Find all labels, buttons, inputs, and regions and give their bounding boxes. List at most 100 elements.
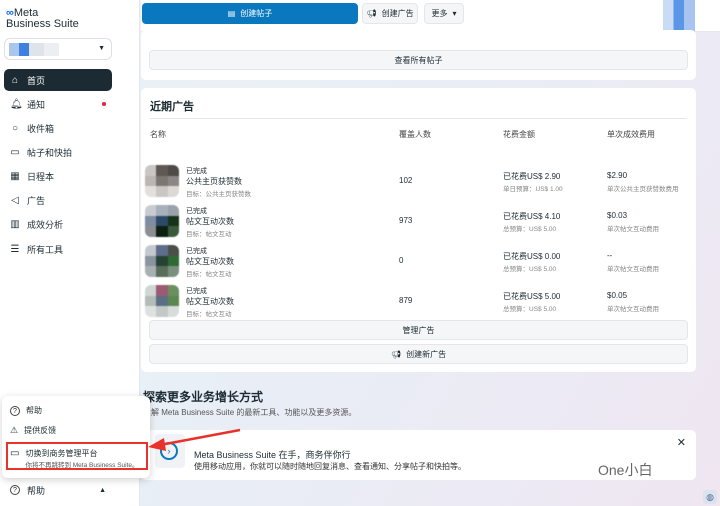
- ad-spent: 已花费US$ 2.90: [503, 172, 561, 181]
- megaphone-icon: ◁: [11, 194, 19, 206]
- ad-spent: 已花费US$ 0.00: [503, 252, 561, 261]
- meta-logo[interactable]: ∞Meta Business Suite: [6, 8, 79, 30]
- create-post-button[interactable]: ▤ 创建帖子: [142, 3, 358, 24]
- ad-row[interactable]: 已完成 帖文互动次数 目标：帖文互动 973 已花费US$ 4.10 总预算：US$ 5.…: [145, 201, 692, 239]
- ad-cost: $0.05: [607, 291, 628, 300]
- ad-thumbnail: [145, 165, 179, 197]
- notification-dot: [102, 102, 106, 106]
- sidebar-item-planner[interactable]: ▦ 日程本: [4, 165, 112, 187]
- ad-thumbnail: [145, 205, 179, 237]
- ad-thumbnail: [145, 245, 179, 277]
- explore-title: 探索更多业务增长方式: [143, 390, 264, 404]
- recent-ads-title: 近期广告: [150, 101, 194, 113]
- column-header-cost: 单次成效费用: [607, 130, 655, 139]
- caret-down-icon: ▼: [98, 45, 105, 52]
- ad-status: 已完成: [186, 168, 207, 175]
- ad-row[interactable]: 已完成公共主页获赞数目标：公共主页获赞数 102 已花费US$ 2.90 单日预算：U…: [145, 161, 692, 199]
- ad-cost: $0.03: [607, 211, 628, 220]
- ad-budget: 总预算：US$ 5.00: [503, 306, 557, 313]
- recent-ads-card: 近期广告 名称 覆盖人数 花费金额 单次成效费用 已完成 公共主页获赞数 目标：公共…: [141, 88, 696, 372]
- help-menu-popup: ? 帮助 ⚠︎ 提供反馈 ▭ 切换到商务管理平台 你将不再跳转到 Meta Busine…: [2, 396, 150, 478]
- manage-ads-button[interactable]: 管理广告: [149, 320, 688, 340]
- ad-reach: 0: [399, 256, 404, 265]
- sidebar-item-ads[interactable]: ◁ 广告: [4, 189, 112, 211]
- more-dropdown[interactable]: 更多 ▾: [424, 3, 464, 24]
- column-header-spent: 花费金额: [503, 130, 535, 139]
- sidebar-item-label: 所有工具: [27, 244, 64, 255]
- view-all-posts-label: 查看所有帖子: [394, 55, 443, 65]
- column-header-reach: 覆盖人数: [399, 130, 431, 139]
- home-icon: ⌂: [11, 74, 19, 86]
- caret-down-icon: ▾: [452, 9, 457, 18]
- ad-name: 帖文互动次数: [186, 297, 234, 306]
- create-new-ad-button[interactable]: 📢︎ 创建新广告: [149, 344, 688, 364]
- sidebar-item-label: 首页: [27, 75, 46, 86]
- sidebar-item-home[interactable]: ⌂ 首页: [4, 69, 112, 91]
- column-header-name: 名称: [150, 130, 166, 139]
- menu-item-help[interactable]: ? 帮助: [10, 405, 42, 416]
- ad-thumbnail: [145, 285, 179, 317]
- ad-spent: 已花费US$ 4.10: [503, 212, 561, 221]
- ad-name: 帖文互动次数: [186, 257, 234, 266]
- ad-budget: 总预算：US$ 5.00: [503, 266, 557, 273]
- create-ad-button[interactable]: 📢︎ 创建广告: [362, 3, 418, 24]
- sidebar-item-label: 通知: [27, 99, 46, 110]
- feedback-icon: ⚠︎: [10, 425, 19, 435]
- top-bar: ▤ 创建帖子 📢︎ 创建广告 更多 ▾: [141, 0, 720, 32]
- highlight-box: [6, 442, 148, 470]
- close-icon[interactable]: ✕: [677, 436, 686, 449]
- bell-icon: 🔔︎: [10, 98, 23, 110]
- ad-spent: 已花费US$ 5.00: [503, 292, 561, 301]
- megaphone-icon: 📢︎: [390, 349, 402, 359]
- ad-goal: 目标：帖文互动: [186, 311, 232, 318]
- profile-avatar[interactable]: [663, 0, 695, 32]
- sidebar-item-label: 广告: [27, 195, 46, 206]
- posts-icon: ▭: [10, 146, 20, 158]
- ad-row[interactable]: 已完成 帖文互动次数 目标：帖文互动 0 已花费US$ 0.00 总预算：US$ 5.00…: [145, 241, 692, 279]
- sidebar-item-label: 收件箱: [27, 123, 55, 134]
- manage-ads-label: 管理广告: [402, 325, 435, 335]
- ad-cost: --: [607, 251, 613, 260]
- menu-icon: ☰: [10, 243, 20, 255]
- ad-cost-label: 单次公共主页获赞数费用: [607, 186, 679, 193]
- calendar-icon: ▦: [10, 170, 20, 182]
- ad-cost-label: 单次帖文互动费用: [607, 266, 659, 273]
- menu-item-feedback[interactable]: ⚠︎ 提供反馈: [10, 425, 56, 436]
- brand-line2: Business Suite: [6, 18, 79, 30]
- sidebar-item-all-tools[interactable]: ☰ 所有工具: [4, 238, 112, 260]
- ad-reach: 102: [399, 176, 413, 185]
- ad-budget: 总预算：US$ 5.00: [503, 226, 557, 233]
- ad-status: 已完成: [186, 248, 207, 255]
- create-new-ad-label: 创建新广告: [406, 349, 447, 359]
- sidebar-item-label: 帖子和快拍: [27, 147, 73, 158]
- sidebar-item-inbox[interactable]: ○ 收件箱: [4, 117, 112, 139]
- sidebar-item-label: 成效分析: [27, 219, 64, 230]
- ad-reach: 973: [399, 216, 413, 225]
- ad-cost-label: 单次帖文互动费用: [607, 226, 659, 233]
- ad-cost: $2.90: [607, 171, 628, 180]
- sidebar-item-label: 日程本: [27, 171, 55, 182]
- ad-row[interactable]: 已完成 帖文互动次数 目标：帖文互动 879 已花费US$ 5.00 总预算：US$ 5.…: [145, 281, 692, 319]
- ad-cost-label: 单次帖文互动费用: [607, 306, 659, 313]
- ad-goal: 目标：公共主页获赞数: [186, 191, 251, 198]
- ad-name: 公共主页获赞数: [186, 177, 242, 186]
- help-label: 帮助: [27, 485, 46, 496]
- more-label: 更多: [431, 9, 448, 18]
- divider: [150, 118, 687, 119]
- ad-name: 帖文互动次数: [186, 217, 234, 226]
- sidebar-item-insights[interactable]: ▥ 成效分析: [4, 213, 112, 235]
- sidebar-item-posts[interactable]: ▭ 帖子和快拍: [4, 141, 112, 163]
- promo-body: 使用移动应用，你就可以随时随地回复消息、查看通知、分享帖子和快拍等。: [194, 462, 466, 471]
- account-switcher[interactable]: ▼: [4, 38, 112, 60]
- view-all-posts-button[interactable]: 查看所有帖子: [149, 50, 688, 70]
- ad-goal: 目标：帖文互动: [186, 231, 232, 238]
- account-avatar: [9, 43, 59, 56]
- sidebar-item-notifications[interactable]: 🔔︎ 通知: [4, 93, 112, 115]
- annotation-arrow: [148, 428, 241, 451]
- ad-budget: 单日预算：US$ 1.00: [503, 186, 563, 193]
- menu-item-label: 提供反馈: [24, 426, 57, 435]
- sidebar-help-button[interactable]: ? 帮助 ▲: [4, 479, 112, 501]
- globe-icon[interactable]: ◍: [703, 490, 717, 504]
- create-post-label: 创建帖子: [240, 9, 273, 18]
- menu-item-label: 帮助: [26, 406, 42, 415]
